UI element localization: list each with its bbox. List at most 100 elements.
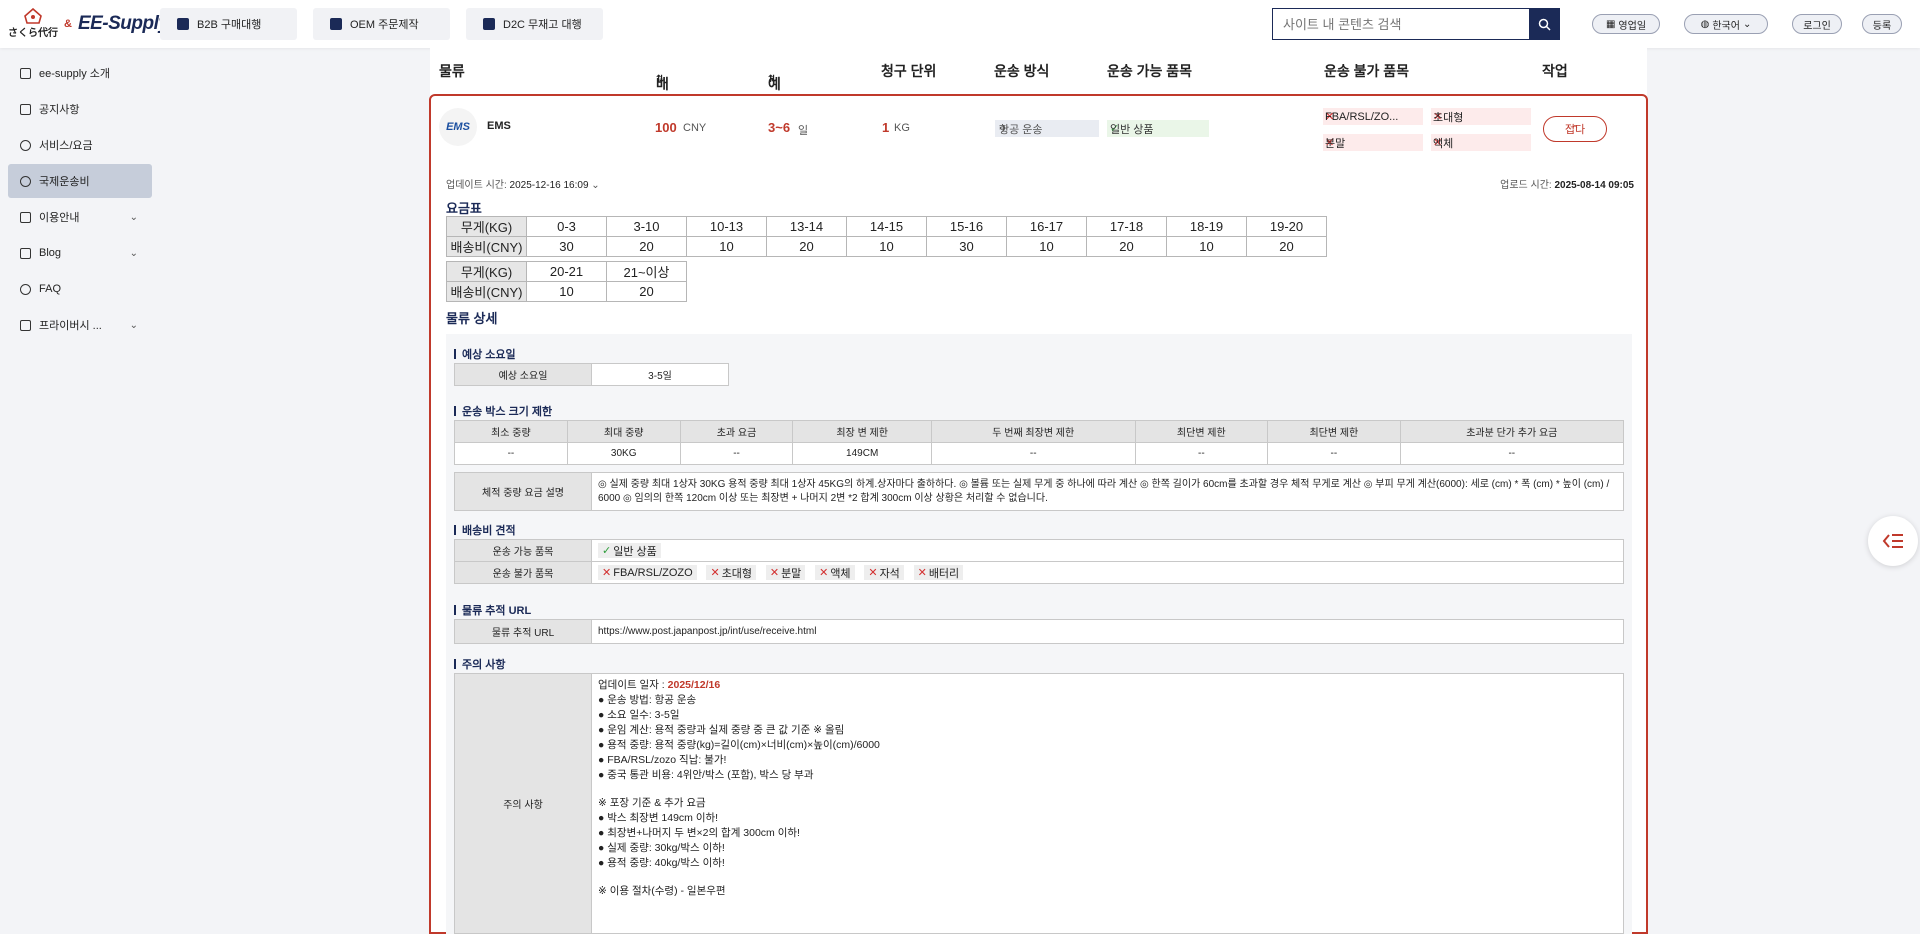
collapse-button[interactable]: 접다 ⌃ (1543, 116, 1607, 142)
upload-value: 2025-08-14 09:05 (1554, 180, 1634, 191)
table-row: 주의 사항 업데이트 일자 : 2025/12/16 ● 운송 방법: 항공 운… (454, 673, 1624, 934)
sidebar-item-notice[interactable]: 공지사항 (8, 92, 152, 126)
sakura-logo: さくら代行 (8, 8, 58, 39)
sidebar-item-guide[interactable]: 이용안내 ⌄ (8, 200, 152, 234)
notes-line: ● 박스 최장변 149cm 이하! (598, 812, 719, 824)
col-action: 작업 (1542, 63, 1568, 79)
rate-weight-cell: 15-16 (926, 216, 1007, 237)
rate-fee-cell: 10 (686, 236, 767, 257)
rate-weight-cell: 20-21 (526, 261, 607, 282)
bag-icon (483, 18, 495, 30)
box-header: 최소 중량 (454, 420, 568, 443)
box-value: -- (679, 442, 794, 465)
upload-time: 업로드 시간: 2025-08-14 09:05 (1500, 176, 1634, 191)
sidebar-item-privacy[interactable]: 프라이버시 ... ⌄ (8, 308, 152, 342)
forbidden-tag: ✕ 액체 (1431, 134, 1531, 151)
rate-fee-cell: 10 (1166, 236, 1247, 257)
sakura-mark-icon (24, 8, 42, 24)
search-icon (1538, 18, 1551, 31)
x-icon: ✕ (769, 567, 780, 579)
sidebar-item-intro[interactable]: ee-supply 소개 (8, 56, 152, 90)
x-icon: ✕ (819, 567, 829, 579)
sidebar-item-label: 국제운송비 (39, 176, 90, 188)
table-row: 최소 중량 최대 중량 초과 요금 최장 변 제한 두 번째 최장변 제한 최단… (454, 420, 1625, 443)
box-header: 두 번째 최장변 제한 (930, 420, 1136, 443)
forbidden-chip: ✕ 배터리 (913, 565, 964, 580)
eta-value: 3-5일 (591, 363, 729, 386)
language-select[interactable]: ◍ 한국어 ⌄ (1684, 14, 1768, 34)
update-time[interactable]: 업데이트 시간: 2025-12-16 16:09 ⌄ (446, 176, 600, 191)
upload-label: 업로드 시간: (1500, 180, 1552, 191)
rate-weight-cell: 13-14 (766, 216, 847, 237)
ems-row: EMS EMS 100 CNY 3~6 일 1 KG ✈ 항공 운송 ✓ 일반 상품… (431, 96, 1646, 164)
sales-day-button[interactable]: ▦ 영업일 (1592, 14, 1660, 34)
rate-fee-cell: 20 (1086, 236, 1167, 257)
forbidden-chip: ✕ 초대형 (706, 565, 757, 580)
sidebar-item-shipping[interactable]: 국제운송비 (8, 164, 152, 198)
chip-label: FBA/RSL/ZOZO (613, 566, 693, 579)
table-row: 운송 불가 품목 ✕ FBA/RSL/ZOZO ✕ 초대형 ✕ 분말 ✕ 액체 ✕ 자석 … (454, 561, 1624, 584)
chip-label: 초대형 (721, 567, 753, 580)
cart-icon (177, 18, 189, 30)
rate-weight-cell: 17-18 (1086, 216, 1167, 237)
search-input[interactable] (1272, 8, 1529, 40)
notes-line: ● 실제 중량: 30kg/박스 이하! (598, 842, 725, 854)
chevron-down-icon: ⌄ (129, 211, 138, 223)
forbidden-label: 액체 (1433, 137, 1454, 150)
sidebar-item-blog[interactable]: Blog ⌄ (8, 236, 152, 270)
rate-weight-cell: 14-15 (846, 216, 927, 237)
rate-weight-label: 무게(KG) (446, 216, 527, 237)
rate-weight-row: 무게(KG) 20-21 21~이상 (446, 261, 687, 282)
box-header: 최단변 제한 (1267, 420, 1401, 443)
notes-line: ● 운임 계산: 용적 중량과 실제 중량 중 큰 값 기준 ※ 올림 (598, 724, 845, 736)
allowed-label: 운송 가능 품목 (454, 539, 592, 562)
chip-label: 액체 (830, 567, 851, 580)
box-value: -- (1399, 442, 1625, 465)
sidebar-item-label: FAQ (39, 283, 62, 295)
update-label: 업데이트 시간: (446, 180, 507, 191)
sidebar-item-service[interactable]: 서비스/요금 (8, 128, 152, 162)
top-bar: さくら代行 & EE-Supply B2B 구매대행 OEM 주문제작 D2C … (0, 0, 1920, 48)
rate-fee-cell: 10 (526, 281, 607, 302)
forbidden-tag: ✕ 초대형 (1431, 108, 1531, 125)
volume-label: 체적 중량 요금 설명 (454, 472, 592, 511)
factory-icon (330, 18, 342, 30)
search-button[interactable] (1529, 8, 1560, 40)
ems-logo: EMS (439, 108, 477, 146)
logo[interactable]: さくら代行 & EE-Supply (8, 8, 169, 39)
days-value: 3~6 (768, 120, 791, 135)
nav-b2b-button[interactable]: B2B 구매대행 (160, 8, 297, 40)
sidebar-item-faq[interactable]: FAQ (8, 272, 152, 306)
eta-table: 예상 소요일 3-5일 (454, 363, 729, 386)
tracking-url[interactable]: https://www.post.japanpost.jp/int/use/re… (591, 619, 1624, 644)
notes-date-label: 업데이트 일자 : (598, 679, 665, 691)
forbidden-chip: ✕ 자석 (864, 565, 904, 580)
nav-d2c-button[interactable]: D2C 무재고 대행 (466, 8, 603, 40)
menu-toggle-button[interactable] (1868, 516, 1918, 566)
login-label: 로그인 (1803, 20, 1831, 32)
nav-oem-button[interactable]: OEM 주문제작 (313, 8, 450, 40)
table-row: 체적 중량 요금 설명 ◎ 실제 중량 최대 1상자 30KG 용적 중량 최대… (454, 472, 1624, 511)
volume-table: 체적 중량 요금 설명 ◎ 실제 중량 최대 1상자 30KG 용적 중량 최대… (454, 472, 1624, 511)
x-icon: ✕ (602, 567, 612, 579)
update-value: 2025-12-16 16:09 (509, 180, 589, 191)
box-value: -- (1134, 442, 1269, 465)
notes-line: ※ 이용 절차(수령) - 일본우편 (598, 885, 726, 897)
sakura-text: さくら代行 (8, 28, 58, 39)
allowed-label: 일반 상품 (1110, 123, 1154, 136)
register-button[interactable]: 등록 (1862, 14, 1902, 34)
forbidden-cell: ✕ FBA/RSL/ZOZO ✕ 초대형 ✕ 분말 ✕ 액체 ✕ 자석 ✕ 배터리 (591, 561, 1624, 584)
table-row: 예상 소요일 3-5일 (454, 363, 729, 386)
forbidden-chip: ✕ 분말 (765, 565, 806, 580)
brand-name: EE-Supply (77, 12, 169, 34)
login-button[interactable]: 로그인 (1792, 14, 1842, 34)
rate-weight-cell: 3-10 (606, 216, 687, 237)
volume-text: ◎ 실제 중량 최대 1상자 30KG 용적 중량 최대 1상자 45KG의 하… (591, 472, 1624, 511)
chip-label: 배터리 (928, 567, 960, 580)
globe-icon: ◍ (1700, 18, 1710, 30)
megaphone-icon (20, 103, 31, 115)
rate-weight-cell: 0-3 (526, 216, 607, 237)
col-forbidden: 운송 불가 품목 (1324, 63, 1410, 79)
rate-weight-cell: 10-13 (686, 216, 767, 237)
notes-line: ● FBA/RSL/zozo 직납: 불가! (598, 754, 727, 766)
